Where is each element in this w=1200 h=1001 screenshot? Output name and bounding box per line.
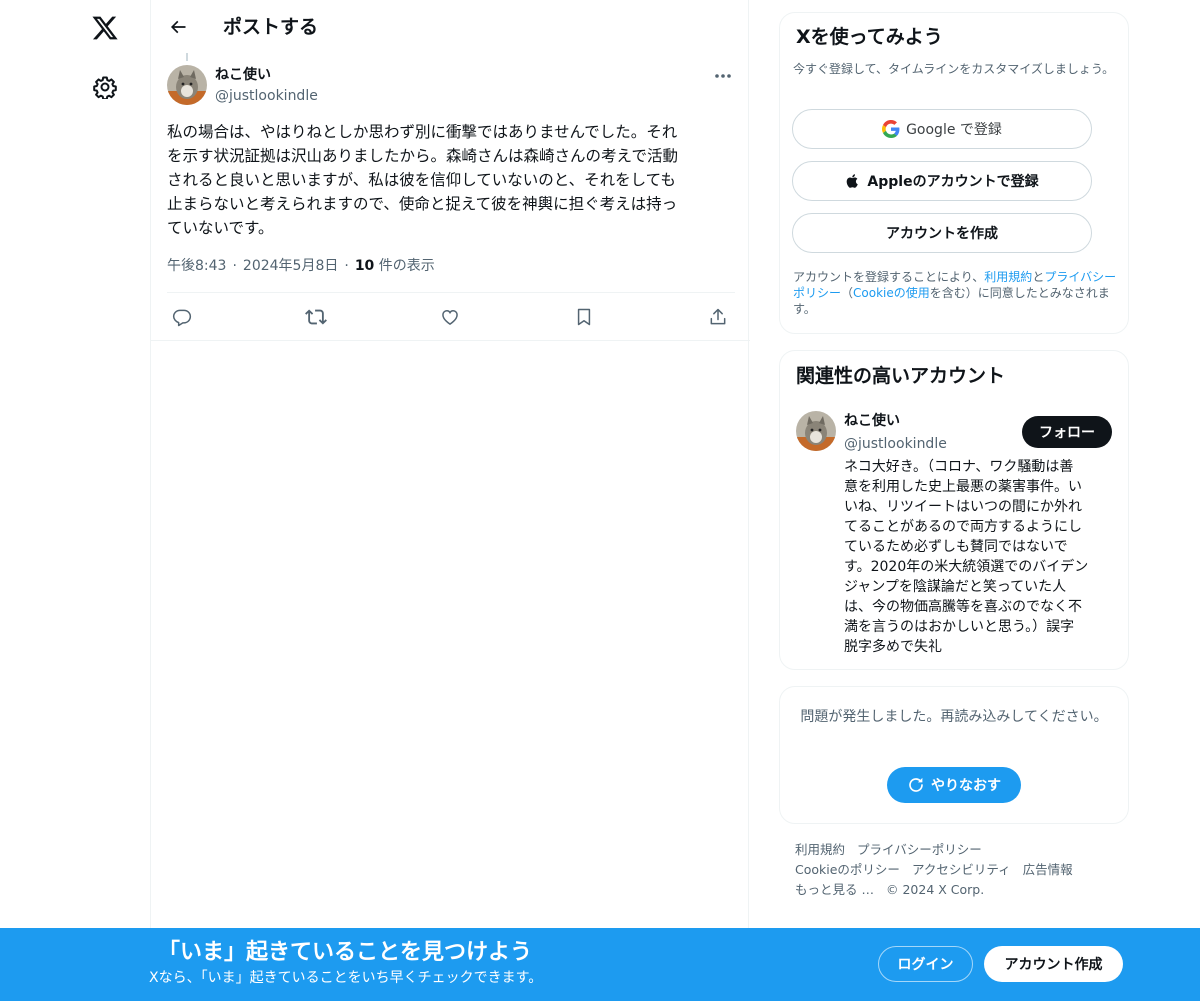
related-title: 関連性の高いアカウント xyxy=(796,365,1006,387)
divider xyxy=(167,292,735,293)
post-time[interactable]: 午後8:43 xyxy=(167,258,226,274)
views-count: 10 xyxy=(354,258,375,274)
divider xyxy=(151,340,750,341)
share-icon[interactable] xyxy=(705,304,731,330)
avatar[interactable] xyxy=(796,411,836,451)
refresh-icon xyxy=(907,776,925,794)
apple-icon xyxy=(845,172,861,190)
footer-link[interactable]: 利用規約 xyxy=(795,842,845,857)
bottom-bar-subtitle: Xなら、「いま」起きていることをいち早くチェックできます。 xyxy=(149,970,543,986)
terms-link[interactable]: 利用規約 xyxy=(984,270,1032,284)
terms-mid: （ xyxy=(841,286,854,300)
bottom-bar-title: 「いま」起きていることを見つけよう xyxy=(158,940,533,965)
thread-line xyxy=(186,53,188,61)
bottom-signup-bar: 「いま」起きていることを見つけよう Xなら、「いま」起きていることをいち早くチェ… xyxy=(0,928,1200,1001)
error-panel: 問題が発生しました。再読み込みしてください。 やりなおす xyxy=(779,686,1129,824)
google-signup-button[interactable]: Google で登録 xyxy=(792,109,1092,149)
more-options-icon[interactable] xyxy=(709,66,737,86)
footer-link[interactable]: 広告情報 xyxy=(1023,862,1073,877)
google-signup-label: Google で登録 xyxy=(906,122,1002,138)
cookie-link[interactable]: Cookieの使用 xyxy=(853,286,930,300)
post-text: 私の場合は、やはりねとしか思わず別に衝撃ではありませんでした。それ を示す状況証… xyxy=(167,123,679,237)
bookmark-icon[interactable] xyxy=(571,304,597,330)
signup-button[interactable]: アカウント作成 xyxy=(984,946,1123,982)
footer-link[interactable]: Cookieのポリシー xyxy=(795,862,900,877)
retry-label: やりなおす xyxy=(931,778,1001,794)
apple-signup-label: Appleのアカウントで登録 xyxy=(867,174,1039,190)
account-handle[interactable]: @justlookindle xyxy=(844,434,947,454)
x-logo-icon[interactable] xyxy=(89,12,121,44)
left-nav xyxy=(0,0,150,1001)
signup-title: Xを使ってみよう xyxy=(796,26,943,48)
repost-icon[interactable] xyxy=(303,304,329,330)
copyright: © 2024 X Corp. xyxy=(885,882,985,897)
footer-link[interactable]: アクセシビリティ xyxy=(912,862,1011,877)
account-bio: ネコ大好き。（コロナ、ワク騒動は善 意を利用した史上最悪の薬害事件。い いね、リ… xyxy=(844,459,1089,655)
login-button[interactable]: ログイン xyxy=(878,946,973,982)
account-name[interactable]: ねこ使い xyxy=(844,411,900,431)
page-title: ポストする xyxy=(223,16,319,38)
related-accounts-panel: 関連性の高いアカウント ねこ使い @justlookindle フォロー ネコ大… xyxy=(779,350,1129,670)
views-label: 件の表示 xyxy=(378,258,435,274)
follow-button[interactable]: フォロー xyxy=(1022,416,1112,448)
error-message: 問題が発生しました。再読み込みしてください。 xyxy=(800,709,1108,725)
header: ポストする xyxy=(151,0,750,53)
reply-icon[interactable] xyxy=(169,304,195,330)
create-account-button[interactable]: アカウントを作成 xyxy=(792,213,1092,253)
terms-and: と xyxy=(1032,270,1045,284)
post-actions xyxy=(167,302,735,332)
post-date[interactable]: 2024年5月8日 xyxy=(243,258,338,274)
footer-more-link[interactable]: もっと見る … xyxy=(795,882,874,897)
author-handle[interactable]: @justlookindle xyxy=(215,86,318,106)
gear-icon[interactable] xyxy=(91,73,119,101)
arrow-left-icon[interactable] xyxy=(165,14,191,40)
google-icon xyxy=(882,120,900,138)
signup-panel: Xを使ってみよう 今すぐ登録して、タイムラインをカスタマイズしましょう。 Goo… xyxy=(779,12,1129,334)
create-account-label: アカウントを作成 xyxy=(886,226,998,242)
signup-subtitle: 今すぐ登録して、タイムラインをカスタマイズしましょう。 xyxy=(793,62,1115,76)
like-icon[interactable] xyxy=(437,304,463,330)
avatar[interactable] xyxy=(167,65,207,105)
post-meta: 午後8:43 · 2024年5月8日 · 10 件の表示 xyxy=(167,258,435,274)
terms-prefix: アカウントを登録することにより、 xyxy=(793,270,985,284)
author-name[interactable]: ねこ使い xyxy=(215,65,271,85)
apple-signup-button[interactable]: Appleのアカウントで登録 xyxy=(792,161,1092,201)
footer-link[interactable]: プライバシーポリシー xyxy=(857,842,982,857)
retry-button[interactable]: やりなおす xyxy=(887,767,1021,803)
main-column: ポストする ねこ使い @justlookindle 私の場合は、やはりねとしか思… xyxy=(150,0,750,1001)
terms-text: アカウントを登録することにより、利用規約とプライバシーポリシー（Cookieの使… xyxy=(793,269,1120,317)
footer: 利用規約 プライバシーポリシー Cookieのポリシー アクセシビリティ 広告情報 も… xyxy=(795,840,1125,900)
